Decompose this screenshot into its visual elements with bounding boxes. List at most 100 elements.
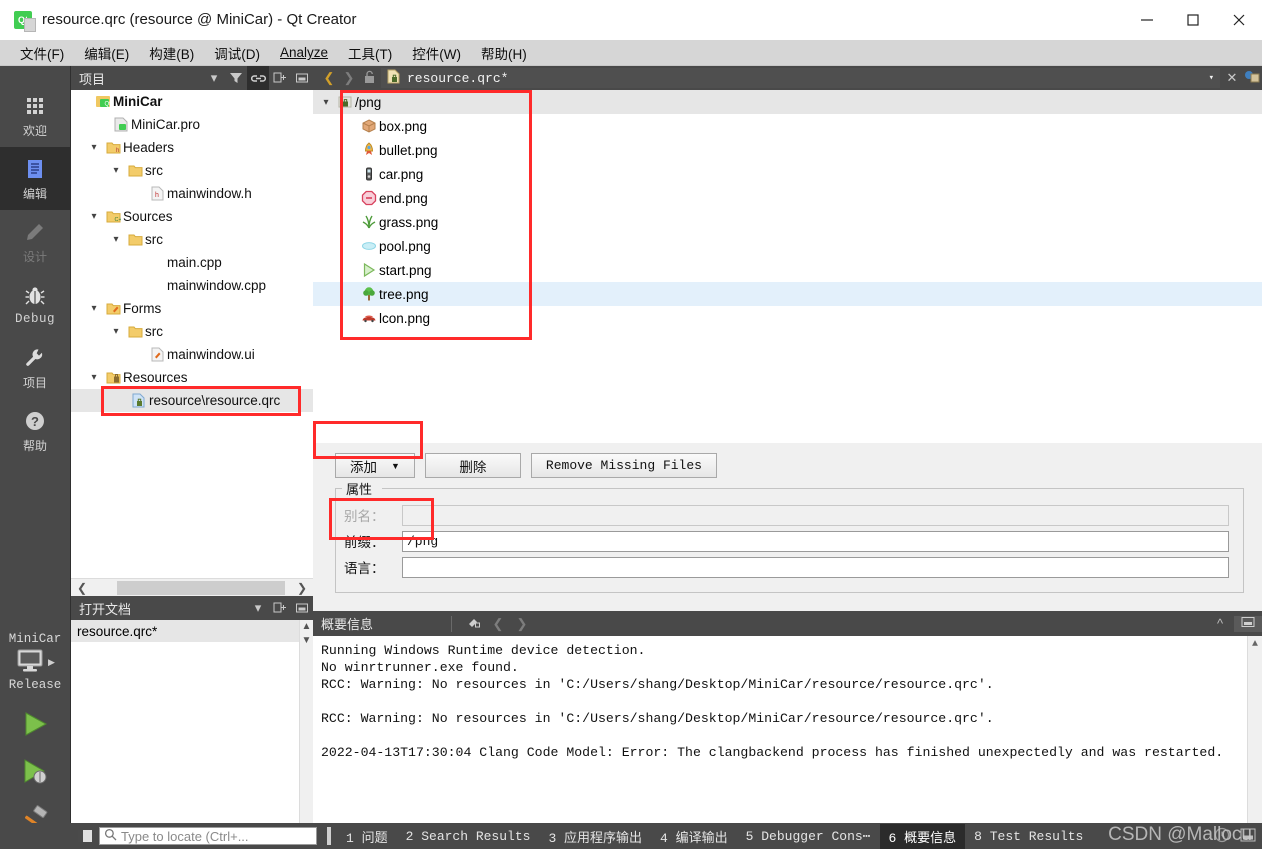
link-icon[interactable] [247, 66, 269, 90]
tree-item-resources[interactable]: ▾ Resources [71, 366, 313, 389]
remove-missing-files-button[interactable]: Remove Missing Files [530, 453, 717, 478]
menu-build[interactable]: 构建(B) [139, 40, 204, 66]
close-icon[interactable]: ✕ [1222, 70, 1242, 86]
opendocs-list[interactable]: resource.qrc* ▲ ▼ [71, 620, 313, 849]
kit-selector[interactable]: MiniCar ▶ Release [0, 632, 70, 849]
hscroll-track[interactable] [93, 580, 291, 595]
qrc-file-row[interactable]: bullet.png [313, 138, 1262, 162]
tab-general-messages[interactable]: 6 概要信息 [879, 823, 966, 849]
mode-debug[interactable]: Debug [0, 273, 70, 336]
collapse-icon[interactable] [291, 66, 313, 90]
tree-item-minicar-pro[interactable]: MiniCar.pro [71, 113, 313, 136]
editor-file-combo[interactable]: resource.qrc* ▾ [381, 68, 1220, 88]
menu-debug[interactable]: 调试(D) [204, 40, 270, 66]
scroll-left-icon[interactable]: ❮ [71, 581, 93, 595]
tree-item-mainwindow-cpp[interactable]: mainwindow.cpp [71, 274, 313, 297]
tree-item-main-cpp[interactable]: main.cpp [71, 251, 313, 274]
tree-item-headers-src[interactable]: ▾ src [71, 159, 313, 182]
project-tree[interactable]: Qt MiniCar MiniCar.pro ▾ h Headers ▾ src… [71, 90, 313, 578]
sidebar-icon[interactable] [71, 823, 99, 849]
scroll-down-icon[interactable]: ▼ [300, 634, 313, 648]
output-scrollbar[interactable]: ▲ ▼ [1247, 636, 1262, 849]
qrc-file-row[interactable]: lcon.png [313, 306, 1262, 330]
menu-widgets[interactable]: 控件(W) [402, 40, 471, 66]
project-tree-hscrollbar[interactable]: ❮ ❯ [71, 578, 313, 596]
mode-help[interactable]: ? 帮助 [0, 399, 70, 462]
mode-welcome[interactable]: 欢迎 [0, 84, 70, 147]
twisty-expanded-icon[interactable]: ▾ [317, 97, 335, 108]
menu-edit[interactable]: 编辑(E) [74, 40, 139, 66]
play-icon[interactable] [20, 710, 50, 741]
tab-issues[interactable]: 1 问题 [337, 824, 397, 849]
qrc-prefix-row[interactable]: ▾ /png [313, 90, 1262, 114]
hscroll-thumb[interactable] [117, 580, 285, 595]
tree-item-minicar[interactable]: Qt MiniCar [71, 90, 313, 113]
scroll-right-icon[interactable]: ❯ [291, 581, 313, 595]
menu-tools[interactable]: 工具(T) [338, 40, 402, 66]
twisty-expanded-icon[interactable]: ▾ [85, 211, 103, 222]
tab-search-results[interactable]: 2 Search Results [397, 826, 540, 847]
twisty-expanded-icon[interactable]: ▾ [107, 165, 125, 176]
opendocs-scrollbar[interactable]: ▲ ▼ [299, 620, 313, 849]
mode-edit[interactable]: 编辑 [0, 147, 70, 210]
twisty-expanded-icon[interactable]: ▾ [107, 326, 125, 337]
clear-icon[interactable] [462, 615, 486, 633]
tree-item-sources-src[interactable]: ▾ src [71, 228, 313, 251]
remove-button[interactable]: 删除 [424, 453, 521, 478]
tab-debugger-console[interactable]: 5 Debugger Cons⋯ [737, 826, 880, 847]
play-bug-icon[interactable] [20, 757, 50, 788]
filter-icon[interactable] [225, 66, 247, 90]
split-editor-icon[interactable] [1242, 69, 1262, 87]
twisty-expanded-icon[interactable]: ▾ [107, 234, 125, 245]
collapse-chevron-icon[interactable]: ^ [1206, 616, 1234, 632]
tree-item-mainwindow-h[interactable]: h mainwindow.h [71, 182, 313, 205]
qrc-file-row[interactable]: start.png [313, 258, 1262, 282]
collapse-icon[interactable] [291, 596, 313, 620]
close-button[interactable] [1216, 0, 1262, 40]
tab-test-results[interactable]: 8 Test Results [965, 826, 1092, 847]
tree-item-resource-qrc[interactable]: resource\resource.qrc [71, 389, 313, 412]
chevron-down-icon[interactable]: ▾ [1209, 73, 1214, 83]
scroll-up-icon[interactable]: ▲ [300, 620, 313, 634]
qrc-file-row[interactable]: grass.png [313, 210, 1262, 234]
menu-help[interactable]: 帮助(H) [471, 40, 537, 66]
tree-item-mainwindow-ui[interactable]: mainwindow.ui [71, 343, 313, 366]
qrc-resource-tree[interactable]: ▾ /png box.png bullet.png car.png end.pn… [313, 90, 1262, 443]
opendocs-item[interactable]: resource.qrc* [71, 620, 313, 642]
split-icon[interactable] [269, 66, 291, 90]
split-icon[interactable] [269, 596, 291, 620]
qrc-file-row[interactable]: pool.png [313, 234, 1262, 258]
tab-application-output[interactable]: 3 应用程序输出 [539, 824, 651, 849]
add-button[interactable]: 添加 ▼ [335, 453, 415, 478]
tree-item-forms[interactable]: ▾ Forms [71, 297, 313, 320]
twisty-expanded-icon[interactable]: ▾ [85, 142, 103, 153]
chevron-down-icon[interactable]: ▼ [391, 461, 400, 471]
minimize-button[interactable] [1124, 0, 1170, 40]
alias-field[interactable] [402, 504, 1229, 526]
menu-analyze[interactable]: Analyze [270, 42, 338, 63]
qrc-file-row[interactable]: car.png [313, 162, 1262, 186]
tab-compile-output[interactable]: 4 编译输出 [651, 824, 737, 849]
twisty-expanded-icon[interactable]: ▾ [85, 372, 103, 383]
prefix-field[interactable]: /png [402, 530, 1229, 552]
tree-item-sources[interactable]: ▾ C+ Sources [71, 205, 313, 228]
chevron-left-icon[interactable]: ❮ [319, 70, 339, 86]
output-pane-body[interactable]: Running Windows Runtime device detection… [313, 636, 1262, 849]
maximize-button[interactable] [1170, 0, 1216, 40]
scroll-up-icon[interactable]: ▲ [1248, 636, 1262, 653]
chevron-down-icon[interactable]: ▾ [247, 596, 269, 620]
tree-item-forms-src[interactable]: ▾ src [71, 320, 313, 343]
qrc-file-row-selected[interactable]: tree.png [313, 282, 1262, 306]
tree-item-headers[interactable]: ▾ h Headers [71, 136, 313, 159]
qrc-file-row[interactable]: end.png [313, 186, 1262, 210]
maximize-icon[interactable] [1234, 615, 1262, 632]
next-icon[interactable]: ❯ [510, 616, 534, 632]
qrc-file-row[interactable]: box.png [313, 114, 1262, 138]
prev-icon[interactable]: ❮ [486, 616, 510, 632]
unlock-icon[interactable] [359, 70, 379, 87]
language-field[interactable] [402, 556, 1229, 578]
search-input[interactable]: Type to locate (Ctrl+... [99, 827, 317, 845]
chevron-down-icon[interactable]: ▾ [203, 66, 225, 90]
mode-projects[interactable]: 项目 [0, 336, 70, 399]
chevron-right-icon[interactable]: ❯ [339, 70, 359, 86]
